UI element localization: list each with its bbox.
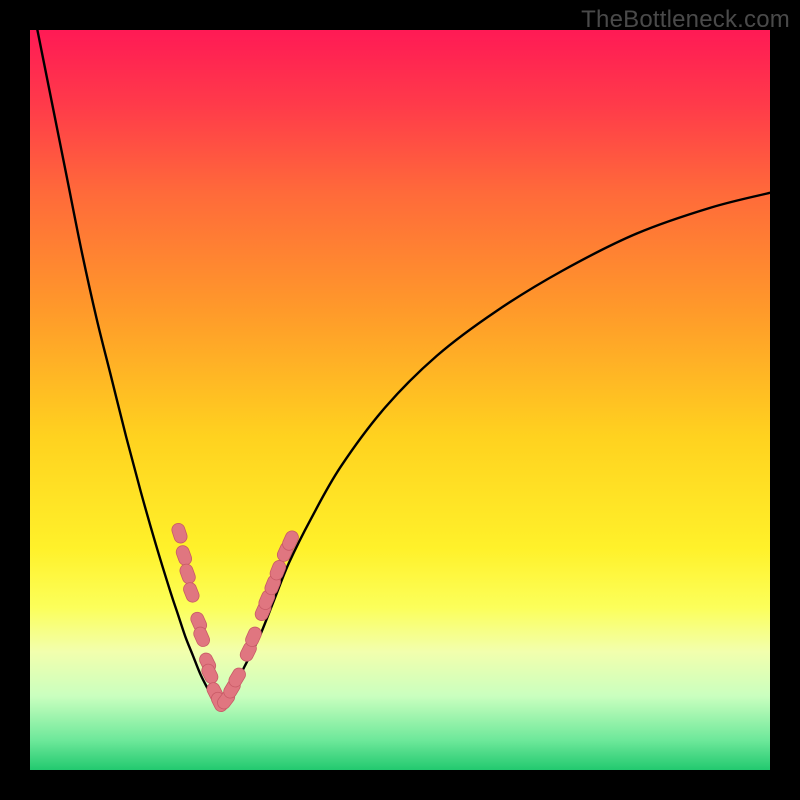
gradient-background [30, 30, 770, 770]
watermark-text: TheBottleneck.com [581, 6, 790, 34]
chart-svg [30, 30, 770, 770]
plot-area [30, 30, 770, 770]
chart-frame: TheBottleneck.com [0, 0, 800, 800]
